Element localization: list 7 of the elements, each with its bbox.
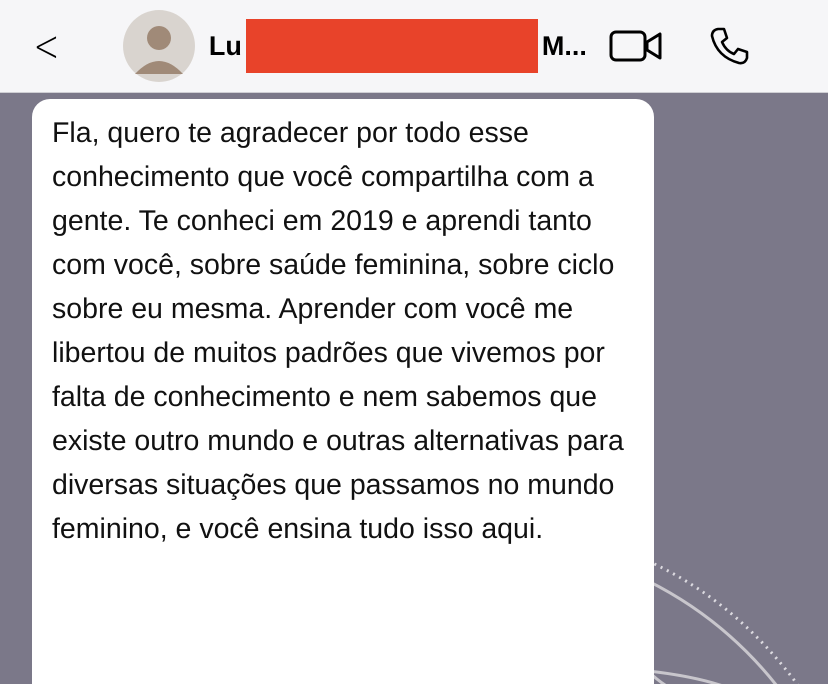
back-button[interactable]: < [29, 20, 64, 72]
contact-name: Lu [208, 30, 242, 62]
message-text: Fla, quero te agradecer por todo esse conhecimento que você compartilha com a gente. Te conheci em 2019 e aprendi tanto com você, sobre saúde feminina, sobre ciclo sobre eu mesma. Aprender com você me libertou de muitos padrões que vivemos por falta de conhecimento e nem sabemos que existe outro mundo e outras alternativas para diversas situações que passamos no mundo feminino, e você ensina tudo isso aqui. [52, 116, 625, 547]
video-call-icon[interactable] [608, 30, 663, 62]
phone-call-icon[interactable] [708, 26, 749, 66]
avatar[interactable] [122, 10, 195, 82]
contact-name: M... [542, 30, 587, 62]
